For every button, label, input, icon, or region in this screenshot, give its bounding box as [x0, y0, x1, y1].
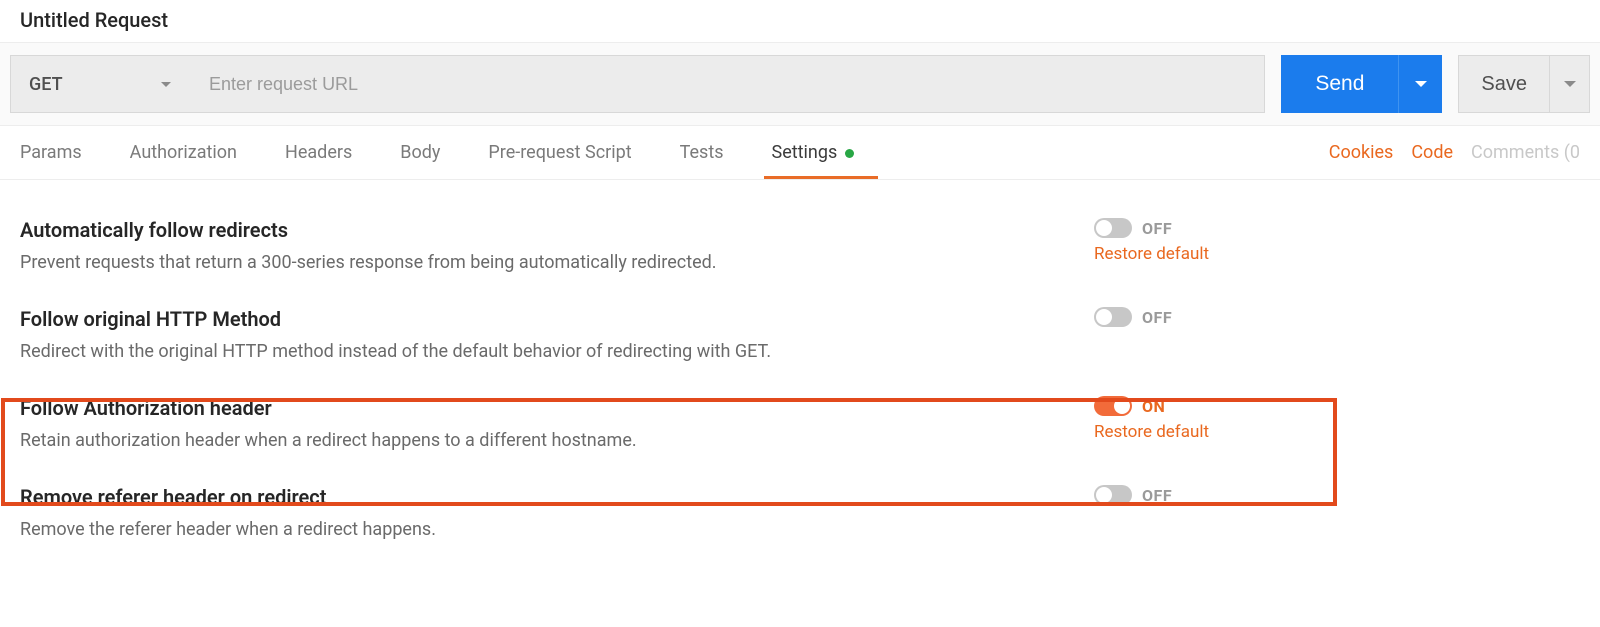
setting-description: Prevent requests that return a 300-serie… [20, 252, 1090, 273]
save-button-group: Save [1458, 55, 1590, 113]
setting-remove-referer: Remove referer header on redirect Remove… [20, 471, 1580, 560]
save-button[interactable]: Save [1458, 55, 1550, 113]
tab-authorization[interactable]: Authorization [130, 127, 237, 178]
request-title[interactable]: Untitled Request [0, 0, 1600, 42]
save-dropdown[interactable] [1550, 55, 1590, 113]
comments-link[interactable]: Comments (0 [1471, 142, 1580, 163]
setting-title: Automatically follow redirects [20, 218, 1090, 242]
setting-follow-authorization-header: Follow Authorization header Retain autho… [20, 382, 1580, 471]
setting-title: Follow Authorization header [20, 396, 1090, 420]
tab-headers[interactable]: Headers [285, 127, 352, 178]
setting-title: Remove referer header on redirect [20, 485, 1090, 509]
toggle-follow-authorization-header[interactable] [1094, 396, 1132, 416]
setting-follow-redirects: Automatically follow redirects Prevent r… [20, 204, 1580, 293]
setting-description: Remove the referer header when a redirec… [20, 519, 1090, 540]
setting-title: Follow original HTTP Method [20, 307, 1090, 331]
chevron-down-icon [161, 82, 171, 87]
http-method-select[interactable]: GET [10, 55, 190, 113]
send-button-group: Send [1281, 55, 1442, 113]
toggle-follow-redirects[interactable] [1094, 218, 1132, 238]
tab-body[interactable]: Body [400, 127, 440, 178]
toggle-state-label: OFF [1142, 486, 1172, 505]
modified-indicator-icon [845, 149, 854, 158]
tab-settings[interactable]: Settings [772, 127, 855, 178]
toggle-follow-original-method[interactable] [1094, 307, 1132, 327]
tab-settings-label: Settings [772, 142, 838, 163]
setting-description: Redirect with the original HTTP method i… [20, 341, 1090, 362]
setting-description: Retain authorization header when a redir… [20, 430, 1090, 451]
cookies-link[interactable]: Cookies [1329, 142, 1394, 163]
send-dropdown[interactable] [1398, 55, 1442, 113]
settings-panel: Automatically follow redirects Prevent r… [0, 180, 1600, 560]
tab-tests[interactable]: Tests [680, 127, 724, 178]
toggle-state-label: OFF [1142, 219, 1172, 238]
tab-params[interactable]: Params [20, 127, 82, 178]
tab-prerequest-script[interactable]: Pre-request Script [488, 127, 631, 178]
chevron-down-icon [1415, 81, 1427, 87]
send-button[interactable]: Send [1281, 55, 1398, 113]
restore-default-link[interactable]: Restore default [1094, 422, 1294, 442]
request-tabs: Params Authorization Headers Body Pre-re… [0, 126, 1600, 180]
url-input-wrapper [189, 55, 1265, 113]
toggle-state-label: ON [1142, 397, 1165, 416]
chevron-down-icon [1564, 81, 1576, 87]
toggle-remove-referer[interactable] [1094, 485, 1132, 505]
toggle-state-label: OFF [1142, 308, 1172, 327]
url-input[interactable] [207, 73, 1246, 96]
setting-follow-original-method: Follow original HTTP Method Redirect wit… [20, 293, 1580, 382]
code-link[interactable]: Code [1411, 142, 1453, 163]
url-row: GET Send Save [0, 42, 1600, 126]
http-method-value: GET [29, 74, 63, 95]
restore-default-link[interactable]: Restore default [1094, 244, 1294, 264]
